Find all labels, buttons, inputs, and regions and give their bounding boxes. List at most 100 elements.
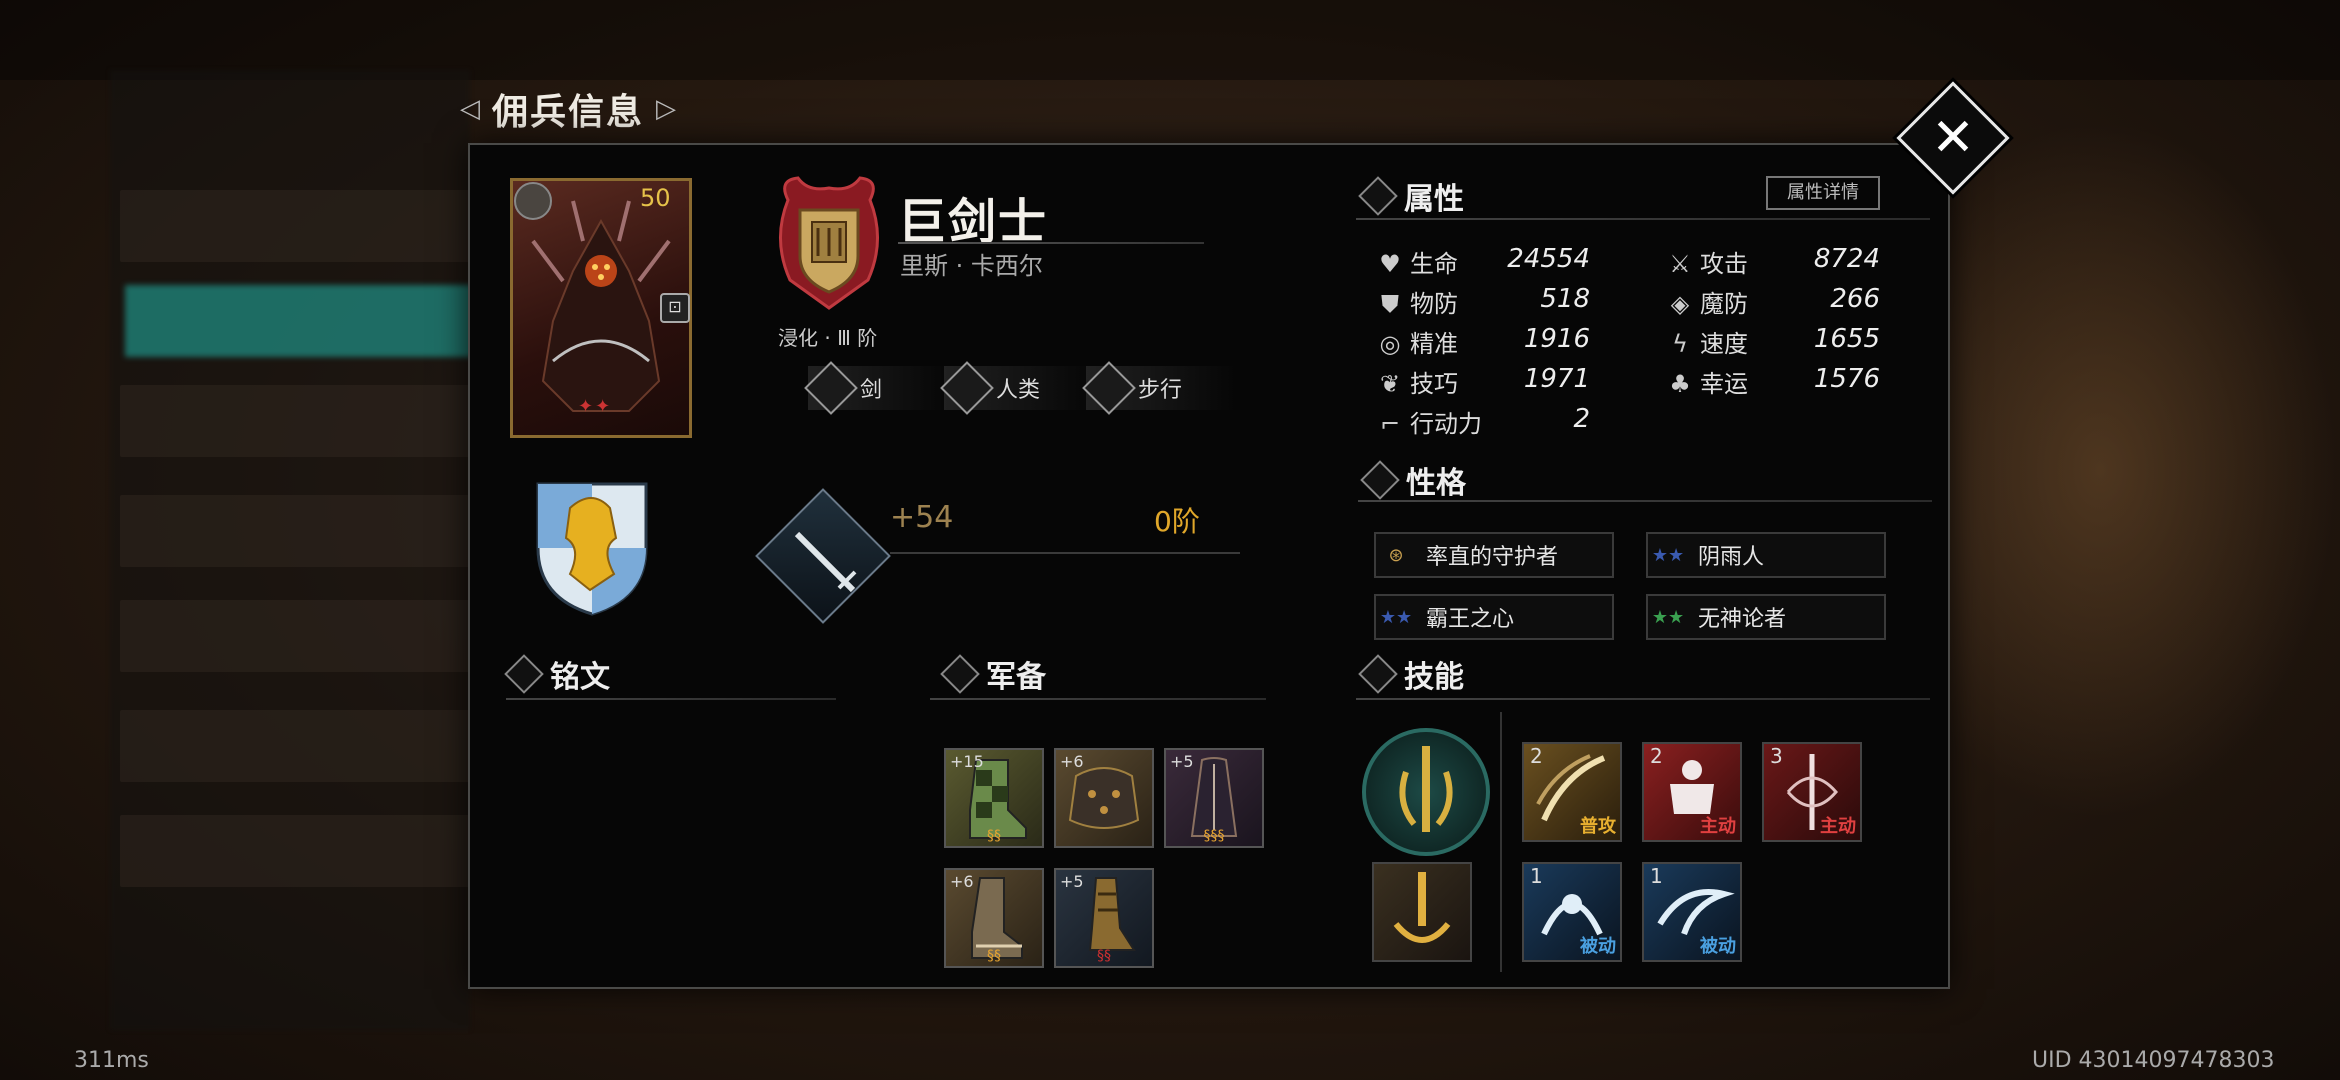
equipment-stars: §§ [1097, 948, 1111, 964]
skill-type: 主动 [1820, 816, 1856, 837]
stat-value: 518 [1540, 284, 1590, 314]
equipment-slot-5[interactable]: +5 §§ [1054, 868, 1154, 968]
stat-speed: ϟ 速度 [1668, 324, 1748, 359]
rings-icon: ⊛ [1388, 544, 1404, 566]
stat-value: 2 [1573, 404, 1590, 434]
card-sword-icon [514, 182, 552, 220]
title-left-ornament-icon: ◁ [460, 94, 480, 124]
skill-slot-3[interactable]: 3 主动 [1762, 742, 1862, 842]
weapon-enhance-level: +54 [890, 500, 954, 535]
background-list-item [120, 385, 470, 457]
attributes-divider [1356, 218, 1930, 220]
stat-label: 技巧 [1410, 370, 1458, 398]
stars-icon: ★★ [1651, 606, 1685, 628]
window-title: 佣兵信息 [492, 92, 645, 133]
golden-sword-hand-icon [1393, 872, 1451, 943]
stat-value: 266 [1830, 284, 1880, 314]
background-list-item [120, 710, 470, 782]
skill-slot-5[interactable]: 1 被动 [1642, 862, 1742, 962]
stat-label: 速度 [1700, 330, 1748, 358]
helmet-icon [940, 361, 994, 415]
sword-icon [804, 361, 858, 415]
clover-icon: ♣ [1669, 370, 1691, 398]
tag-weapon-type[interactable]: 剑 [804, 361, 882, 415]
equipment-divider [930, 698, 1266, 700]
equipment-stars: §§ [987, 948, 1001, 964]
hero-level: 50 [640, 184, 671, 212]
card-star-rating: ✦✦ [578, 396, 613, 417]
target-icon: ◎ [1379, 330, 1401, 358]
sword-crest-icon [1399, 746, 1453, 832]
skills-vertical-divider [1500, 712, 1502, 972]
background-list-item [120, 495, 470, 567]
stat-value: 1655 [1813, 324, 1880, 354]
stat-luck: ♣ 幸运 [1668, 364, 1748, 399]
trait-item[interactable]: ★★ 阴雨人 [1646, 532, 1886, 578]
hero-name-underline [898, 242, 1204, 244]
stat-label: 魔防 [1700, 290, 1748, 318]
stat-value: 1916 [1523, 324, 1590, 354]
user-uid: UID 43014097478303 [2032, 1048, 2275, 1073]
background-top-bar [0, 0, 2340, 80]
lion-shield-icon[interactable] [530, 478, 654, 618]
equipment-slot-3[interactable]: +5 §§§ [1164, 748, 1264, 848]
crossed-swords-icon: ⚔ [1669, 250, 1691, 278]
window-title-row: ◁ 佣兵信息 ▷ [460, 84, 676, 134]
trait-item[interactable]: ★★ 无神论者 [1646, 594, 1886, 640]
stat-label: 攻击 [1700, 250, 1748, 278]
background-list-item [120, 815, 470, 887]
skill-level: 3 [1770, 744, 1783, 768]
weapon-divider [890, 552, 1240, 554]
equipment-header: 军备 [940, 652, 1046, 696]
heart-icon: ♥ [1379, 250, 1401, 278]
tag-race[interactable]: 人类 [940, 361, 1041, 415]
skills-header: 技能 [1358, 652, 1464, 696]
equipment-plus: +15 [950, 752, 984, 771]
background-selected-item [125, 285, 475, 357]
stat-action-points: ⌐ 行动力 [1378, 404, 1482, 439]
trait-label: 无神论者 [1698, 607, 1787, 632]
personality-title: 性格 [1406, 466, 1466, 501]
stat-value: 1971 [1523, 364, 1590, 394]
skill-type: 主动 [1700, 816, 1736, 837]
inscription-header: 铭文 [504, 652, 610, 696]
equipment-slot-4[interactable]: +6 §§ [944, 868, 1044, 968]
equipment-slot-1[interactable]: +15 §§ [944, 748, 1044, 848]
section-diamond-icon [1358, 654, 1398, 694]
equipment-slot-2[interactable]: +6 [1054, 748, 1154, 848]
lightning-icon: ϟ [1672, 330, 1688, 358]
trait-item[interactable]: ★★ 霸王之心 [1374, 594, 1614, 640]
close-x-icon[interactable]: ✕ [1913, 98, 1993, 178]
passive-emblem-skill[interactable] [1372, 862, 1472, 962]
hero-subtitle: 里斯 · 卡西尔 [900, 252, 1043, 280]
skills-title: 技能 [1404, 660, 1464, 695]
boot-icon: ⌐ [1379, 410, 1401, 438]
greatsword-class-emblem-icon [779, 176, 879, 310]
lock-icon[interactable]: ⊡ [660, 293, 690, 323]
equipment-plus: +6 [1060, 752, 1084, 771]
stat-phys-def: ⛊ 物防 [1378, 284, 1458, 319]
trait-label: 率直的守护者 [1426, 545, 1559, 570]
stat-label: 幸运 [1700, 370, 1748, 398]
class-skill-emblem[interactable] [1362, 728, 1490, 856]
stat-value: 24554 [1507, 244, 1590, 274]
weapon-sword-icon [794, 531, 857, 593]
attributes-header: 属性 [1358, 174, 1464, 218]
background-list-item [120, 600, 470, 672]
tag-movement[interactable]: 步行 [1082, 361, 1183, 415]
attribute-details-button[interactable]: 属性详情 [1766, 176, 1880, 210]
inscription-divider [506, 698, 836, 700]
skill-level: 1 [1650, 864, 1663, 888]
skills-divider [1356, 698, 1930, 700]
skill-slot-4[interactable]: 1 被动 [1522, 862, 1622, 962]
skill-slot-1[interactable]: 2 普攻 [1522, 742, 1622, 842]
tag-label: 步行 [1138, 378, 1183, 403]
background-list-item [120, 190, 470, 262]
equipment-plus: +5 [1060, 872, 1084, 891]
skill-type: 普攻 [1580, 816, 1616, 837]
skill-level: 1 [1530, 864, 1543, 888]
tag-label: 人类 [996, 378, 1041, 403]
trait-item[interactable]: ⊛ 率直的守护者 [1374, 532, 1614, 578]
skill-slot-2[interactable]: 2 主动 [1642, 742, 1742, 842]
feather-icon: ❦ [1379, 370, 1401, 398]
